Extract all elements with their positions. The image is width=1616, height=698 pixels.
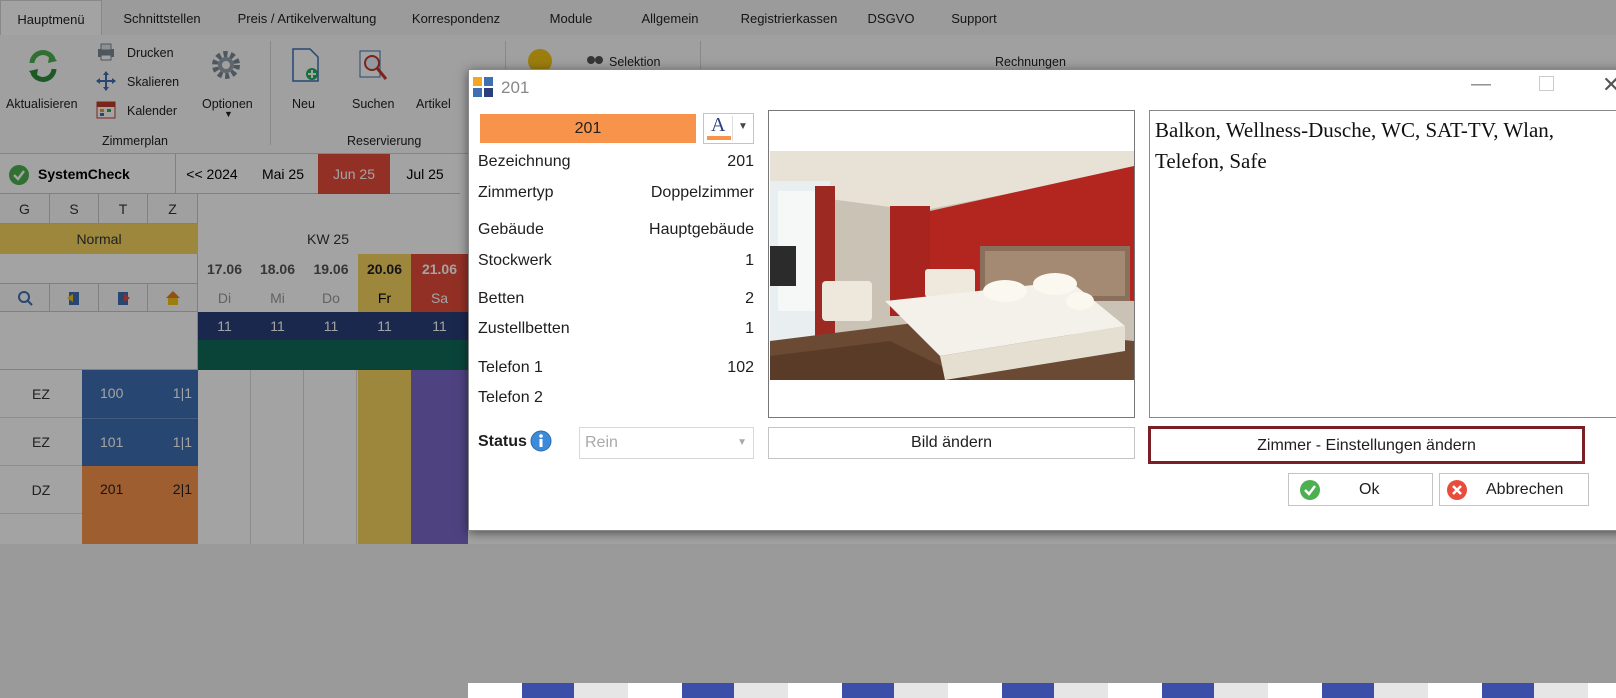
ok-label: Ok xyxy=(1359,481,1380,498)
room-description: Balkon, Wellness-Dusche, WC, SAT-TV, Wla… xyxy=(1155,118,1555,173)
color-swatch xyxy=(707,136,731,140)
field-label-gebaeude: Gebäude xyxy=(478,221,544,238)
room-badge: 201 xyxy=(480,114,696,143)
font-color-icon: A xyxy=(711,114,726,136)
room-photo xyxy=(770,151,1134,380)
field-value-betten: 2 xyxy=(745,290,754,307)
room-dialog: 201 — ✕ 201 A ▼ Bezeichnung 201 Zimmerty… xyxy=(468,69,1616,531)
cancel-button[interactable]: Abbrechen xyxy=(1439,473,1589,506)
field-label-zustellbetten: Zustellbetten xyxy=(478,320,570,337)
field-label-stockwerk: Stockwerk xyxy=(478,252,552,269)
change-image-button[interactable]: Bild ändern xyxy=(768,427,1135,459)
dialog-title: 201 xyxy=(501,78,530,97)
close-icon[interactable]: ✕ xyxy=(1602,72,1616,98)
ok-button[interactable]: Ok xyxy=(1288,473,1433,506)
status-label: Status xyxy=(478,433,527,450)
field-label-telefon2: Telefon 2 xyxy=(478,389,543,406)
divider xyxy=(732,116,733,141)
status-dropdown[interactable]: Rein ▼ xyxy=(579,427,754,459)
maximize-icon[interactable] xyxy=(1539,76,1554,91)
status-value: Rein xyxy=(585,434,618,451)
field-label-zimmertyp: Zimmertyp xyxy=(478,184,554,201)
field-value-telefon1: 102 xyxy=(727,359,754,376)
field-label-bezeichnung: Bezeichnung xyxy=(478,153,571,170)
field-value-bezeichnung: 201 xyxy=(727,153,754,170)
cancel-label: Abbrechen xyxy=(1486,481,1564,498)
field-value-gebaeude: Hauptgebäude xyxy=(649,221,754,238)
color-picker[interactable]: A ▼ xyxy=(703,113,754,144)
chevron-down-icon: ▼ xyxy=(737,437,747,448)
cancel-circle-icon xyxy=(1447,480,1467,500)
day-grid-bottom xyxy=(468,683,1616,698)
dialog-titlebar[interactable]: 201 — ✕ xyxy=(469,70,1616,105)
field-label-telefon1: Telefon 1 xyxy=(478,359,543,376)
app-logo-icon xyxy=(473,77,493,97)
chevron-down-icon: ▼ xyxy=(738,121,748,132)
field-value-zustellbetten: 1 xyxy=(745,320,754,337)
field-label-betten: Betten xyxy=(478,290,525,307)
minimize-icon[interactable]: — xyxy=(1471,73,1491,96)
check-circle-icon xyxy=(1300,480,1320,500)
field-value-zimmertyp: Doppelzimmer xyxy=(650,184,754,201)
room-description-box[interactable]: Balkon, Wellness-Dusche, WC, SAT-TV, Wla… xyxy=(1149,110,1616,418)
room-image-frame xyxy=(768,110,1135,418)
room-settings-button[interactable]: Zimmer - Einstellungen ändern xyxy=(1148,426,1585,464)
info-icon[interactable] xyxy=(530,430,552,452)
field-value-stockwerk: 1 xyxy=(745,252,754,269)
